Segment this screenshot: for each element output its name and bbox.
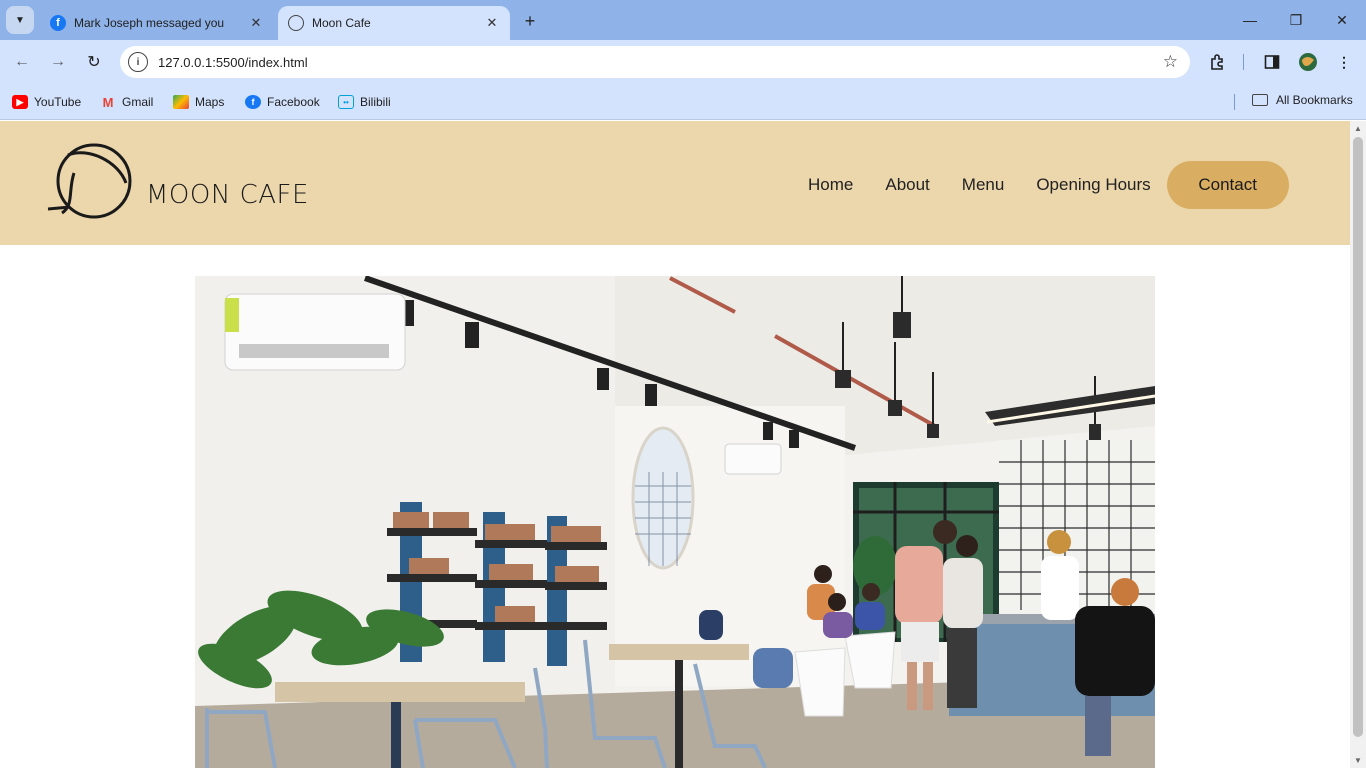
scroll-down-icon[interactable]: ▼ (1354, 756, 1362, 765)
new-tab-button[interactable]: + (518, 10, 542, 32)
restore-button[interactable]: ❐ (1282, 8, 1310, 32)
tab-facebook[interactable]: f Mark Joseph messaged you ✕ (40, 6, 274, 40)
nav-home[interactable]: Home (808, 175, 853, 195)
hero-image (195, 276, 1155, 768)
reload-button[interactable]: ↻ (82, 50, 106, 74)
browser-toolbar: ← → ↻ i 127.0.0.1:5500/index.html ☆ ⋮ (0, 40, 1366, 84)
close-icon[interactable]: ✕ (484, 15, 500, 31)
page-scrollbar[interactable]: ▲ ▼ (1350, 121, 1366, 768)
facebook-icon: f (245, 95, 261, 109)
contact-button[interactable]: Contact (1166, 161, 1289, 209)
tab-title: Mark Joseph messaged you (74, 16, 225, 30)
scroll-thumb[interactable] (1353, 137, 1363, 737)
site-logo[interactable]: MOON CAFE (44, 139, 314, 227)
maps-icon (173, 95, 189, 109)
tab-moon-cafe[interactable]: Moon Cafe ✕ (278, 6, 510, 40)
bookmark-facebook[interactable]: f Facebook (245, 93, 320, 111)
all-bookmarks-label: All Bookmarks (1276, 93, 1353, 107)
toolbar-divider (1243, 54, 1244, 70)
bookmarks-bar: ▶ YouTube M Gmail Maps f Facebook •• Bil… (0, 84, 1366, 120)
bilibili-icon: •• (338, 95, 354, 109)
profile-avatar[interactable] (1298, 52, 1318, 72)
bookmarks-divider (1234, 94, 1235, 110)
nav-about[interactable]: About (885, 175, 929, 195)
gmail-icon: M (102, 94, 114, 110)
close-icon[interactable]: ✕ (248, 15, 264, 31)
bookmark-label: Facebook (267, 95, 320, 109)
extensions-icon[interactable] (1208, 52, 1228, 72)
nav-menu[interactable]: Menu (962, 175, 1005, 195)
site-info-icon[interactable]: i (128, 52, 148, 72)
moon-logo-icon (47, 143, 132, 219)
tab-strip: ▼ f Mark Joseph messaged you ✕ Moon Cafe… (0, 0, 1366, 40)
folder-icon (1252, 94, 1268, 106)
forward-button[interactable]: → (46, 50, 70, 74)
tab-title: Moon Cafe (312, 16, 371, 30)
bookmark-youtube[interactable]: ▶ YouTube (12, 93, 81, 111)
menu-kebab-icon[interactable]: ⋮ (1334, 52, 1354, 72)
all-bookmarks-button[interactable]: All Bookmarks (1252, 93, 1353, 107)
bookmark-label: Maps (195, 95, 225, 109)
main-nav: Home About Menu Opening Hours Contact (808, 161, 1289, 209)
side-panel-icon[interactable] (1262, 52, 1282, 72)
logo-text: MOON CAFE (146, 180, 309, 210)
chevron-down-icon: ▼ (15, 14, 25, 26)
youtube-icon: ▶ (12, 95, 28, 109)
back-button[interactable]: ← (10, 50, 34, 74)
facebook-icon: f (50, 15, 66, 31)
url-text: 127.0.0.1:5500/index.html (158, 54, 308, 70)
bookmark-maps[interactable]: Maps (173, 93, 224, 111)
bookmark-gmail[interactable]: M Gmail (100, 93, 154, 111)
bookmark-bilibili[interactable]: •• Bilibili (338, 93, 391, 111)
scroll-up-icon[interactable]: ▲ (1354, 124, 1362, 133)
bookmark-label: Bilibili (360, 95, 391, 109)
nav-opening-hours[interactable]: Opening Hours (1036, 175, 1150, 195)
address-bar[interactable]: i 127.0.0.1:5500/index.html ☆ (120, 46, 1190, 78)
cafe-interior-illustration (195, 276, 1155, 768)
globe-icon (288, 15, 304, 31)
bookmark-star-icon[interactable]: ☆ (1163, 52, 1178, 72)
bookmark-label: Gmail (122, 95, 154, 109)
tab-search-button[interactable]: ▼ (6, 6, 34, 34)
minimize-button[interactable]: — (1236, 8, 1264, 32)
page-viewport: MOON CAFE Home About Menu Opening Hours … (0, 121, 1366, 768)
close-window-button[interactable]: ✕ (1328, 8, 1356, 32)
site-header: MOON CAFE Home About Menu Opening Hours … (0, 121, 1350, 245)
bookmark-label: YouTube (34, 95, 82, 109)
